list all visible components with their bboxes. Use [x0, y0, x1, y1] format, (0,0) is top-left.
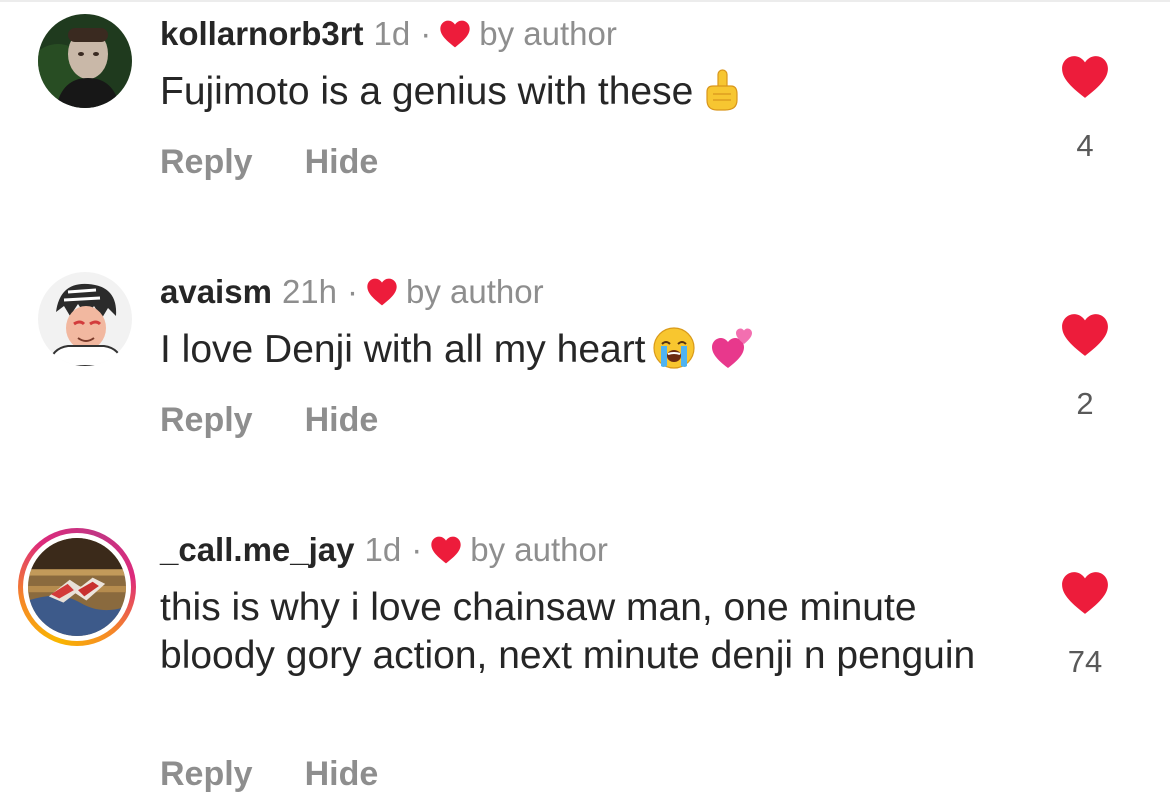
- comment-text: Fujimoto is a genius with these: [160, 68, 1040, 116]
- avatar-story-ring[interactable]: [18, 528, 136, 646]
- loudly-crying-face-emoji: [652, 327, 695, 369]
- timestamp: 1d: [373, 15, 411, 52]
- avatar-image: [38, 14, 132, 108]
- two-hearts-emoji: [711, 328, 752, 368]
- like-control[interactable]: 74: [1040, 570, 1130, 679]
- avatar-image: [38, 272, 132, 366]
- comment-meta: _call.me_jay 1d · by author: [160, 530, 608, 570]
- comment-body: Fujimoto is a genius with these: [160, 70, 694, 113]
- like-control[interactable]: 4: [1040, 54, 1130, 163]
- comment-actions: Reply Hide: [160, 400, 378, 440]
- comment-text: I love Denji with all my heart: [160, 326, 1040, 374]
- hide-button[interactable]: Hide: [305, 400, 379, 440]
- heart-icon: [440, 20, 470, 48]
- comment-body: I love Denji with all my heart: [160, 328, 646, 371]
- timestamp: 1d: [364, 531, 402, 568]
- heart-icon: [367, 278, 397, 306]
- heart-icon: [431, 536, 461, 564]
- comment-actions: Reply Hide: [160, 142, 378, 182]
- hide-button[interactable]: Hide: [305, 142, 379, 182]
- avatar-image: [28, 538, 126, 636]
- like-heart-icon[interactable]: [1060, 570, 1110, 616]
- top-divider: [0, 0, 1170, 2]
- comment-body: this is why i love chainsaw man, one min…: [160, 586, 976, 677]
- separator: ·: [420, 15, 432, 52]
- hide-button[interactable]: Hide: [305, 754, 379, 794]
- avatar: [23, 533, 131, 641]
- like-count: 4: [1076, 128, 1094, 163]
- separator: ·: [411, 531, 423, 568]
- like-heart-icon[interactable]: [1060, 312, 1110, 358]
- comment-text: this is why i love chainsaw man, one min…: [160, 584, 1040, 680]
- like-count: 2: [1076, 386, 1094, 421]
- comment-actions: Reply Hide: [160, 754, 378, 794]
- separator: ·: [347, 273, 358, 310]
- comment-meta: kollarnorb3rt 1d · by author: [160, 14, 617, 54]
- reply-button[interactable]: Reply: [160, 754, 253, 794]
- like-count: 74: [1067, 644, 1103, 679]
- reply-button[interactable]: Reply: [160, 400, 253, 440]
- comment-meta: avaism 21h · by author: [160, 272, 544, 312]
- reply-button[interactable]: Reply: [160, 142, 253, 182]
- liked-by-author-label: by author: [470, 531, 608, 568]
- index-pointing-up-emoji: [706, 69, 738, 111]
- avatar[interactable]: [38, 14, 132, 108]
- like-control[interactable]: 2: [1040, 312, 1130, 421]
- avatar[interactable]: [38, 272, 132, 366]
- username[interactable]: kollarnorb3rt: [160, 14, 364, 54]
- timestamp: 21h: [281, 273, 337, 310]
- username[interactable]: _call.me_jay: [160, 530, 355, 570]
- username[interactable]: avaism: [160, 272, 272, 312]
- liked-by-author-label: by author: [479, 15, 617, 52]
- liked-by-author-label: by author: [406, 273, 544, 310]
- like-heart-icon[interactable]: [1060, 54, 1110, 100]
